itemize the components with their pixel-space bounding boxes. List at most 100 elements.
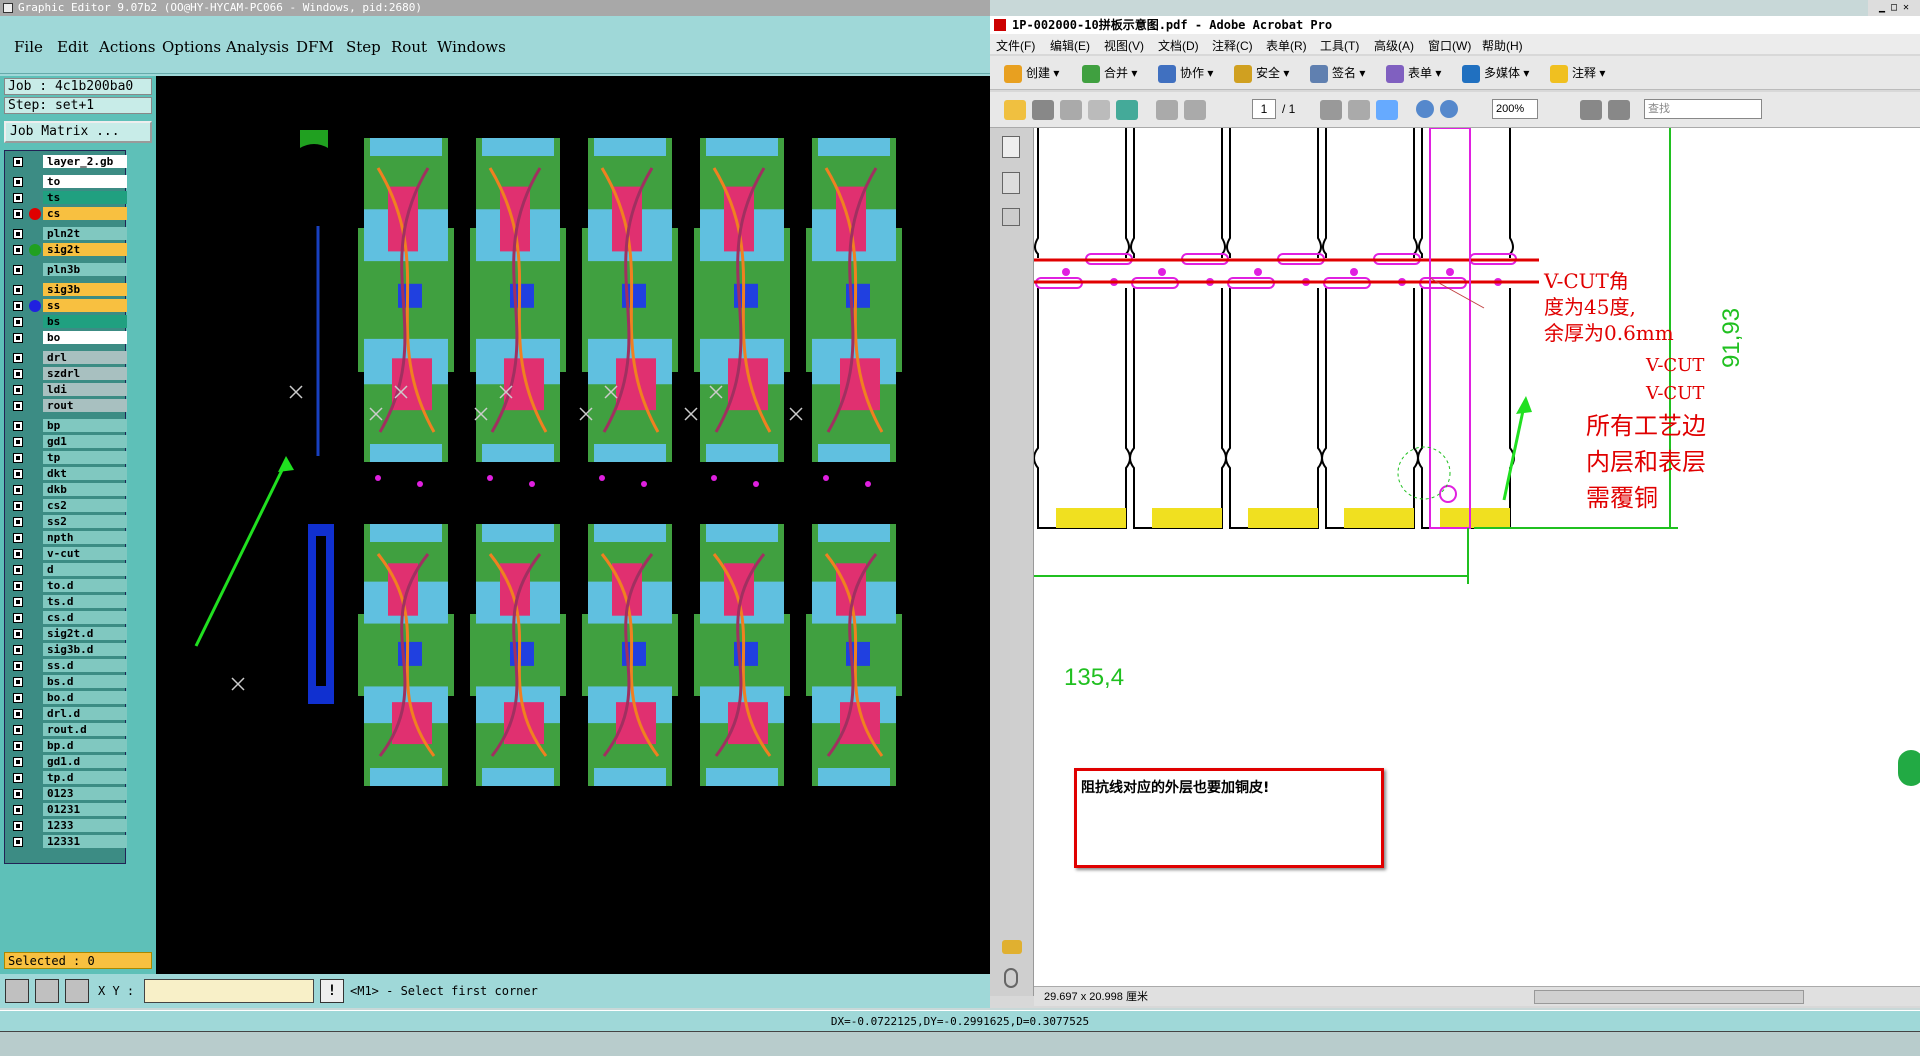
horizontal-scrollbar[interactable] xyxy=(1534,990,1804,1004)
layer-checkbox[interactable] xyxy=(13,693,23,703)
ac-menu-window[interactable]: 窗口(W) xyxy=(1428,37,1471,54)
layer-checkbox[interactable] xyxy=(13,301,23,311)
layer-row[interactable]: npth xyxy=(7,531,127,545)
layer-row[interactable]: sig3b xyxy=(7,283,127,297)
layer-row[interactable]: ss.d xyxy=(7,659,127,673)
layer-row[interactable]: 1233 xyxy=(7,819,127,833)
menu-options[interactable]: Options xyxy=(162,38,221,56)
signatures-icon[interactable] xyxy=(1002,208,1020,226)
layer-checkbox[interactable] xyxy=(13,333,23,343)
layer-row[interactable]: bp.d xyxy=(7,739,127,753)
layer-row[interactable]: to.d xyxy=(7,579,127,593)
layer-checkbox[interactable] xyxy=(13,469,23,479)
layer-checkbox[interactable] xyxy=(13,485,23,495)
prev-page-icon[interactable] xyxy=(1156,100,1178,120)
layer-checkbox[interactable] xyxy=(13,245,23,255)
layer-row[interactable]: bo xyxy=(7,331,127,345)
forms-button[interactable]: 表单 ▾ xyxy=(1386,64,1441,83)
layer-checkbox[interactable] xyxy=(13,805,23,815)
collaborate-button[interactable]: 协作 ▾ xyxy=(1158,64,1213,83)
layer-checkbox[interactable] xyxy=(13,597,23,607)
page-number-input[interactable]: 1 xyxy=(1252,99,1276,119)
job-matrix-button[interactable]: Job Matrix ... xyxy=(4,121,152,143)
measure-tool-button[interactable] xyxy=(35,979,59,1003)
fit-page-icon[interactable] xyxy=(1580,100,1602,120)
layer-checkbox[interactable] xyxy=(13,157,23,167)
layer-checkbox[interactable] xyxy=(13,677,23,687)
zoom-out-icon[interactable] xyxy=(1416,100,1434,118)
layer-row[interactable]: drl.d xyxy=(7,707,127,721)
layer-checkbox[interactable] xyxy=(13,661,23,671)
menu-file[interactable]: File xyxy=(14,38,43,56)
layer-row[interactable]: to xyxy=(7,175,127,189)
print-icon[interactable] xyxy=(1032,100,1054,120)
comments-pane-icon[interactable] xyxy=(1002,940,1022,954)
layer-checkbox[interactable] xyxy=(13,533,23,543)
layer-row[interactable]: szdrl xyxy=(7,367,127,381)
fit-width-icon[interactable] xyxy=(1608,100,1630,120)
layer-row[interactable]: cs.d xyxy=(7,611,127,625)
menu-analysis[interactable]: Analysis xyxy=(226,38,289,56)
layer-checkbox[interactable] xyxy=(13,385,23,395)
layer-row[interactable]: ss2 xyxy=(7,515,127,529)
xy-input[interactable] xyxy=(144,979,314,1003)
layer-row[interactable]: rout xyxy=(7,399,127,413)
layer-checkbox[interactable] xyxy=(13,453,23,463)
layer-row[interactable]: ss xyxy=(7,299,127,313)
menu-rout[interactable]: Rout xyxy=(391,38,427,56)
secure-button[interactable]: 安全 ▾ xyxy=(1234,64,1289,83)
attachments-icon[interactable] xyxy=(1004,968,1018,988)
hand-tool-icon[interactable] xyxy=(1348,100,1370,120)
layer-checkbox[interactable] xyxy=(13,581,23,591)
layer-row[interactable]: pln3b xyxy=(7,263,127,277)
layer-checkbox[interactable] xyxy=(13,501,23,511)
layer-checkbox[interactable] xyxy=(13,285,23,295)
layer-checkbox[interactable] xyxy=(13,837,23,847)
layer-row[interactable]: ldi xyxy=(7,383,127,397)
menu-step[interactable]: Step xyxy=(346,38,381,56)
layer-row[interactable]: pln2t xyxy=(7,227,127,241)
ac-menu-forms[interactable]: 表单(R) xyxy=(1266,37,1307,54)
layer-checkbox[interactable] xyxy=(13,437,23,447)
pcb-canvas[interactable] xyxy=(156,76,990,974)
ac-menu-advanced[interactable]: 高级(A) xyxy=(1374,37,1414,54)
sign-button[interactable]: 签名 ▾ xyxy=(1310,64,1365,83)
layer-checkbox[interactable] xyxy=(13,565,23,575)
next-page-icon[interactable] xyxy=(1184,100,1206,120)
bookmarks-icon[interactable] xyxy=(1002,172,1020,194)
layer-checkbox[interactable] xyxy=(13,193,23,203)
menu-edit[interactable]: Edit xyxy=(57,38,88,56)
layer-row[interactable]: gd1 xyxy=(7,435,127,449)
window-controls[interactable]: ▁ □ ✕ xyxy=(1868,0,1920,16)
layer-checkbox[interactable] xyxy=(13,369,23,379)
layer-row[interactable]: bs.d xyxy=(7,675,127,689)
zoom-in-icon[interactable] xyxy=(1440,100,1458,118)
combine-button[interactable]: 合并 ▾ xyxy=(1082,64,1137,83)
select-tool-icon[interactable] xyxy=(1320,100,1342,120)
layer-checkbox[interactable] xyxy=(13,757,23,767)
menu-windows[interactable]: Windows xyxy=(437,38,506,56)
email-icon[interactable] xyxy=(1088,100,1110,120)
floating-badge[interactable] xyxy=(1896,748,1920,788)
layer-row[interactable]: sig2t xyxy=(7,243,127,257)
layer-row[interactable]: drl xyxy=(7,351,127,365)
find-input[interactable]: 查找 xyxy=(1644,99,1762,119)
layer-checkbox[interactable] xyxy=(13,821,23,831)
open-icon[interactable] xyxy=(1004,100,1026,120)
layer-row[interactable]: gd1.d xyxy=(7,755,127,769)
ac-menu-help[interactable]: 帮助(H) xyxy=(1482,37,1523,54)
layer-row[interactable]: dkb xyxy=(7,483,127,497)
zoom-tool-icon[interactable] xyxy=(1376,100,1398,120)
alert-icon[interactable]: ! xyxy=(320,979,344,1003)
layer-row[interactable]: layer_2.gb xyxy=(7,155,127,169)
layer-row[interactable]: tp.d xyxy=(7,771,127,785)
layer-row[interactable]: bs xyxy=(7,315,127,329)
pdf-document-view[interactable]: V-CUT角 度为45度, 余厚为0.6mm V-CUT V-CUT 所有工艺边… xyxy=(1034,128,1920,986)
layer-checkbox[interactable] xyxy=(13,773,23,783)
layer-checkbox[interactable] xyxy=(13,789,23,799)
layer-row[interactable]: dkt xyxy=(7,467,127,481)
grid-tool-button[interactable] xyxy=(65,979,89,1003)
comment-button[interactable]: 注释 ▾ xyxy=(1550,64,1605,83)
save-icon[interactable] xyxy=(1060,100,1082,120)
ac-menu-file[interactable]: 文件(F) xyxy=(996,37,1035,54)
